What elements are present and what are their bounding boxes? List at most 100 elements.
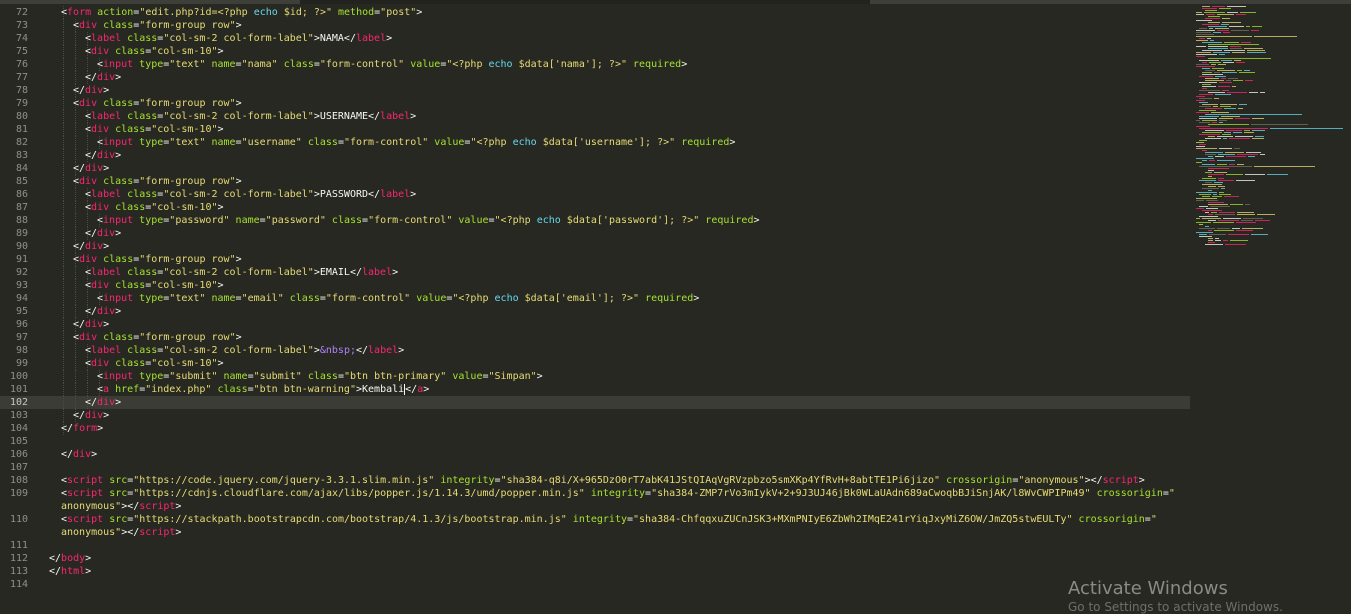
minimap-stroke [1205,244,1223,245]
minimap-stroke [1211,64,1216,65]
line-number: 92 [15,267,28,278]
line-number: 94 [15,293,28,304]
minimap-stroke [1217,164,1227,165]
code-line[interactable]: 83 </div> [0,149,1190,162]
code-line[interactable]: 114 [0,578,1190,591]
code-text: <script src="https://code.jquery.com/jqu… [61,474,1145,487]
code-line[interactable]: 110 <script src="https://stackpath.bootst… [0,513,1190,526]
code-line[interactable]: 106 </div> [0,448,1190,461]
code-token: label [355,33,387,44]
code-token: required [705,215,754,226]
code-line[interactable]: 94 <input type="text" name="email" class=… [0,292,1190,305]
code-line[interactable]: 113 </html> [0,565,1190,578]
minimap-stroke [1208,238,1213,239]
minimap-stroke [1202,210,1222,211]
code-line[interactable]: 90 </div> [0,240,1190,253]
minimap-stroke [1267,174,1288,175]
minimap-stroke [1237,212,1254,213]
code-line[interactable]: 88 <input type="password" name="password"… [0,214,1190,227]
code-token: "form-group row" [139,176,236,187]
minimap-stroke [1255,136,1264,137]
code-line[interactable]: 78 </div> [0,84,1190,97]
code-line[interactable]: 93 <div class="col-sm-10"> [0,279,1190,292]
code-line[interactable]: 109 <script src="https://cdnjs.cloudflare… [0,487,1190,500]
code-line[interactable]: 74 <label class="col-sm-2 col-form-label"… [0,32,1190,45]
code-line[interactable]: 87 <div class="col-sm-10"> [0,201,1190,214]
code-line[interactable]: 72 <form action="edit.php?id=<?php echo $… [0,6,1190,19]
minimap-stroke [1196,112,1209,113]
indent-guide [87,292,88,305]
code-token: label [380,111,411,122]
code-token: class [127,267,158,278]
code-token: src [109,514,128,525]
code-line[interactable]: 86 <label class="col-sm-2 col-form-label"… [0,188,1190,201]
minimap-stroke [1202,132,1222,133]
code-line[interactable]: 102 </div> [0,396,1190,409]
minimap-stroke [1196,12,1202,13]
code-token: label [91,267,122,278]
code-line[interactable]: 99 <div class="col-sm-10"> [0,357,1190,370]
code-line[interactable]: 105 [0,435,1190,448]
code-token: div [85,85,104,96]
minimap-stroke [1246,152,1261,153]
code-token: type [139,215,164,226]
code-token: > [85,553,92,564]
code-line[interactable]: 107 [0,461,1190,474]
minimap-stroke [1255,220,1270,221]
indent-guide [63,58,64,71]
code-token: div [85,163,104,174]
code-line[interactable]: 92 <label class="col-sm-2 col-form-label"… [0,266,1190,279]
code-line[interactable]: 97 <div class="form-group row"> [0,331,1190,344]
minimap-stroke [1199,180,1216,181]
line-number: 96 [15,319,28,330]
code-line[interactable]: 85 <div class="form-group row"> [0,175,1190,188]
indent-guide [63,279,64,292]
code-line[interactable]: 79 <div class="form-group row"> [0,97,1190,110]
minimap-stroke [1241,42,1251,43]
code-line[interactable]: 103 </div> [0,409,1190,422]
minimap-stroke [1208,230,1212,231]
code-line[interactable]: 81 <div class="col-sm-10"> [0,123,1190,136]
indent-guide [75,357,76,370]
code-token: div [91,124,110,135]
code-token: div [97,306,116,317]
minimap-stroke [1217,14,1234,15]
code-line[interactable]: 112 </body> [0,552,1190,565]
code-line[interactable]: 75 <div class="col-sm-10"> [0,45,1190,58]
code-token: > [115,306,122,317]
code-token: crossorigin [1078,514,1145,525]
code-line[interactable]: 80 <label class="col-sm-2 col-form-label"… [0,110,1190,123]
minimap-stroke [1252,118,1264,119]
code-line[interactable]: 77 </div> [0,71,1190,84]
minimap-stroke [1227,6,1246,7]
minimap-stroke [1202,86,1216,87]
code-line[interactable]: anonymous"></script> [0,526,1190,539]
code-token: "form-control" [343,137,429,148]
code-editor[interactable]: 72 <form action="edit.php?id=<?php echo $… [0,4,1190,607]
minimap-stroke [1221,78,1226,79]
minimap-stroke [1226,80,1231,81]
minimap[interactable] [1190,4,1351,607]
code-token: > [217,46,224,57]
code-line[interactable]: 91 <div class="form-group row"> [0,253,1190,266]
code-line[interactable]: 96 </div> [0,318,1190,331]
code-line[interactable]: 73 <div class="form-group row"> [0,19,1190,32]
minimap-stroke [1214,172,1227,173]
code-text: <div class="form-group row"> [73,175,242,188]
code-line[interactable]: 95 </div> [0,305,1190,318]
code-line[interactable]: anonymous"></script> [0,500,1190,513]
code-line[interactable]: 111 [0,539,1190,552]
line-number: 73 [15,20,28,31]
minimap-stroke [1235,136,1253,137]
code-text: <label class="col-sm-2 col-form-label">N… [85,32,392,45]
code-line[interactable]: 100 <input type="submit" name="submit" cl… [0,370,1190,383]
code-line[interactable]: 82 <input type="text" name="username" cla… [0,136,1190,149]
code-line[interactable]: 104 </form> [0,422,1190,435]
code-line[interactable]: 84 </div> [0,162,1190,175]
code-line[interactable]: 108 <script src="https://code.jquery.com/… [0,474,1190,487]
code-line[interactable]: 89 </div> [0,227,1190,240]
code-line[interactable]: 76 <input type="text" name="nama" class="… [0,58,1190,71]
code-line[interactable]: 98 <label class="col-sm-2 col-form-label"… [0,344,1190,357]
code-line[interactable]: 101 <a href="index.php" class="btn btn-wa… [0,383,1190,396]
minimap-stroke [1225,244,1246,245]
